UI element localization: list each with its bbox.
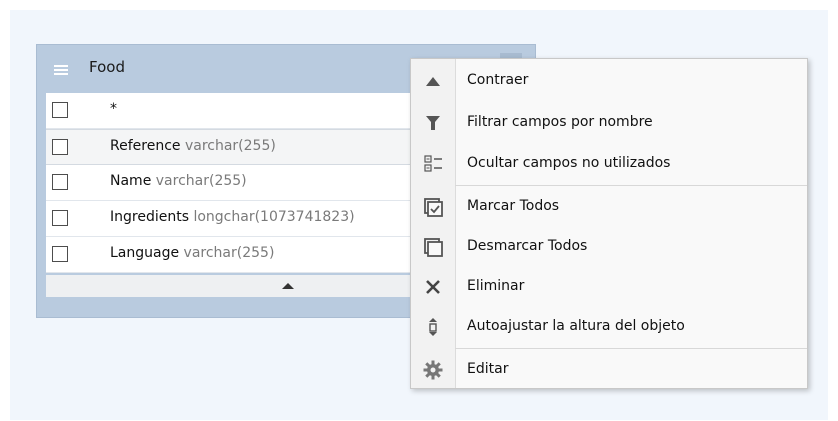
field-checkbox[interactable] [52, 210, 68, 226]
field-name: Ingredients [110, 209, 189, 225]
menu-item-label: Eliminar [467, 278, 525, 294]
field-checkbox[interactable] [52, 139, 68, 155]
menu-item-autoajustar[interactable]: Autoajustar la altura del objeto [411, 307, 807, 347]
field-name: Language [110, 245, 180, 261]
menu-item-desmarcar-todos[interactable]: Desmarcar Todos [411, 227, 807, 267]
chevron-up-icon [282, 283, 294, 289]
menu-item-ocultar[interactable]: Ocultar campos no utilizados [411, 144, 807, 184]
menu-item-label: Filtrar campos por nombre [467, 114, 653, 130]
field-label: Reference varchar(255) [110, 138, 276, 154]
menu-item-marcar-todos[interactable]: Marcar Todos [411, 187, 807, 227]
hamburger-menu-icon[interactable] [54, 65, 68, 75]
delete-icon [426, 280, 440, 294]
field-label: Name varchar(255) [110, 173, 247, 189]
collapse-up-icon [426, 77, 440, 86]
filter-icon [426, 116, 440, 130]
menu-item-label: Editar [467, 361, 509, 377]
menu-item-label: Desmarcar Todos [467, 238, 588, 254]
menu-item-filtrar[interactable]: Filtrar campos por nombre [411, 103, 807, 143]
field-label: Ingredients longchar(1073741823) [110, 209, 355, 225]
menu-item-contraer[interactable]: Contraer [411, 61, 807, 101]
menu-item-label: Marcar Todos [467, 198, 560, 214]
field-checkbox[interactable] [52, 246, 68, 262]
menu-item-eliminar[interactable]: Eliminar [411, 267, 807, 307]
field-name: Reference [110, 138, 181, 154]
menu-separator [455, 348, 807, 349]
uncheck-all-icon [424, 238, 443, 257]
field-label: Language varchar(255) [110, 245, 274, 261]
menu-separator [455, 185, 807, 186]
field-checkbox[interactable] [52, 102, 68, 118]
menu-item-label: Ocultar campos no utilizados [467, 155, 671, 171]
field-type: varchar(255) [155, 173, 247, 189]
gear-icon [423, 360, 443, 380]
table-title: Food [89, 58, 125, 76]
check-all-icon [424, 198, 443, 217]
menu-item-editar[interactable]: Editar [411, 350, 807, 390]
field-name: * [110, 101, 117, 117]
menu-item-label: Autoajustar la altura del objeto [467, 318, 685, 334]
field-type: varchar(255) [184, 138, 276, 154]
hide-fields-icon [424, 155, 442, 172]
field-name: Name [110, 173, 152, 189]
autofit-height-icon [429, 318, 437, 336]
field-type: longchar(1073741823) [193, 209, 355, 225]
field-checkbox[interactable] [52, 174, 68, 190]
menu-item-label: Contraer [467, 72, 529, 88]
context-menu: Contraer Filtrar campos por nombre Ocult… [410, 58, 808, 389]
field-label: * [110, 101, 117, 117]
field-type: varchar(255) [183, 245, 275, 261]
